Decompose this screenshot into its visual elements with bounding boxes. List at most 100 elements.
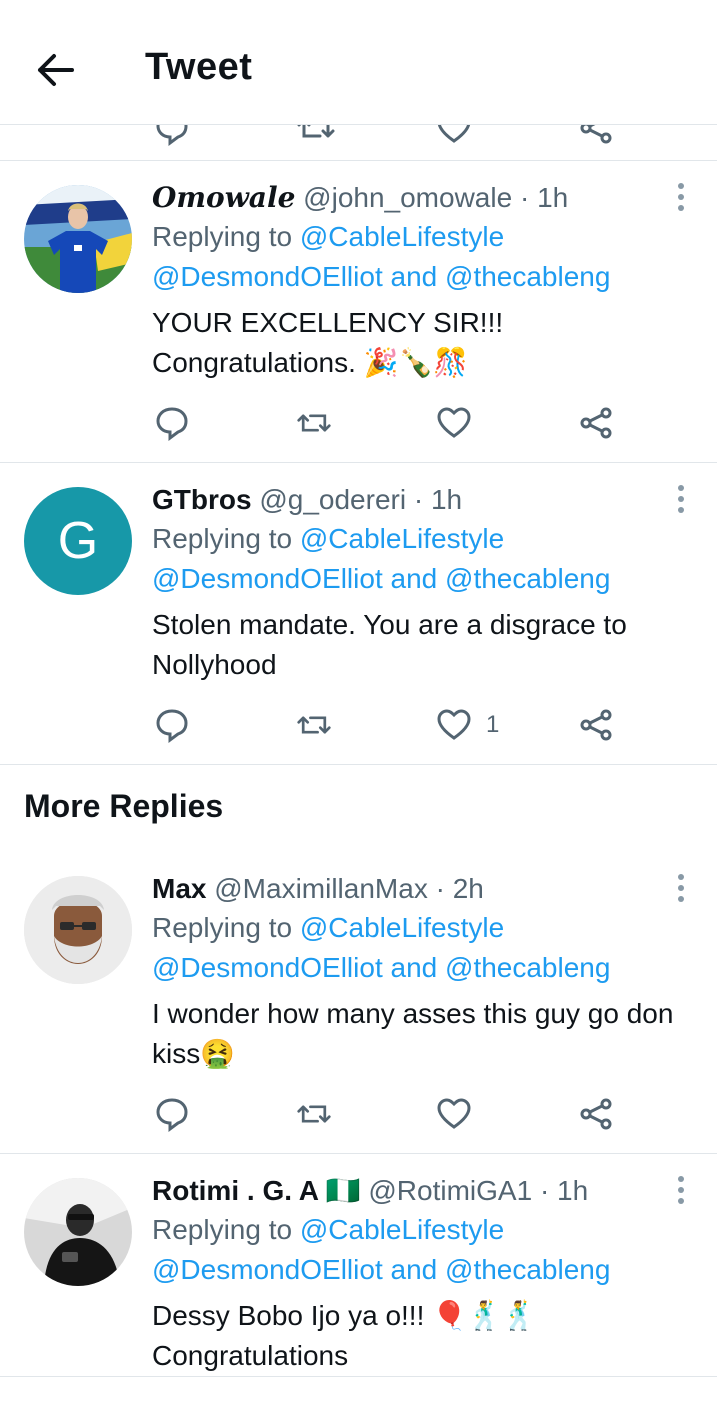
display-name[interactable]: 𝑶𝒎𝒐𝒘𝒂𝒍𝒆 — [152, 181, 295, 214]
mention-link[interactable]: @CableLifestyle — [300, 221, 504, 252]
tweet-meta: GTbros @g_odereri · 1h — [152, 481, 677, 519]
reply-button[interactable] — [154, 705, 190, 745]
tweet-text-line: Congratulations — [152, 1340, 349, 1371]
tweet-text-line: Dessy Bobo Ijo ya o!!! 🎈🕺🕺 — [152, 1300, 537, 1331]
replying-to-label: Replying to — [152, 912, 293, 943]
separator-dot: · — [519, 182, 530, 213]
share-icon — [580, 407, 612, 439]
retweet-icon — [297, 716, 331, 734]
replying-to: Replying to @CableLifestyle @DesmondOEll… — [152, 217, 677, 297]
retweet-icon — [297, 1105, 331, 1123]
share-icon[interactable] — [578, 124, 614, 146]
heart-icon[interactable] — [436, 124, 472, 146]
replying-to-label: Replying to — [152, 221, 293, 252]
tweet-meta: Max @MaximillanMax · 2h — [152, 870, 677, 908]
timestamp: 2h — [452, 873, 484, 904]
reply-button[interactable] — [154, 1094, 190, 1134]
more-vertical-icon[interactable] — [675, 1176, 687, 1206]
display-name[interactable]: Rotimi . G. A 🇳🇬 — [152, 1175, 361, 1206]
mention-link[interactable]: @DesmondOElliot — [152, 1254, 383, 1285]
top-app-bar: Tweet — [0, 0, 717, 125]
page-title: Tweet — [145, 46, 253, 88]
replying-to: Replying to @CableLifestyle @DesmondOEll… — [152, 908, 677, 988]
share-icon — [580, 709, 612, 741]
and-label: and — [390, 261, 438, 292]
replying-to-label: Replying to — [152, 1214, 293, 1245]
avatar[interactable] — [24, 185, 132, 293]
mention-link[interactable]: @CableLifestyle — [300, 912, 504, 943]
reply-tweet[interactable]: Rotimi . G. A 🇳🇬 @RotimiGA1 · 1h Replyin… — [0, 1154, 717, 1376]
retweet-button[interactable] — [296, 1094, 332, 1134]
tweet-actions — [150, 403, 620, 443]
replying-to-label: Replying to — [152, 523, 293, 554]
tweet-content: 𝑶𝒎𝒐𝒘𝒂𝒍𝒆 @john_omowale · 1h Replying to @… — [152, 179, 677, 383]
tweet-actions — [150, 1094, 620, 1134]
mention-link[interactable]: @DesmondOElliot — [152, 952, 383, 983]
share-icon — [580, 1098, 612, 1130]
share-button[interactable] — [578, 403, 614, 443]
mention-link[interactable]: @thecableng — [445, 952, 610, 983]
reply-icon — [156, 1098, 188, 1132]
like-button[interactable] — [436, 403, 472, 443]
tweet-content: Max @MaximillanMax · 2h Replying to @Cab… — [152, 870, 677, 1074]
reply-button[interactable] — [154, 403, 190, 443]
and-label: and — [390, 1254, 438, 1285]
like-count: 1 — [486, 711, 500, 738]
arrow-left-icon[interactable] — [34, 50, 78, 90]
reply-tweet[interactable]: G GTbros @g_odereri · 1h Replying to @Ca… — [0, 463, 717, 765]
reply-icon[interactable] — [154, 124, 190, 146]
separator-dot: · — [413, 484, 424, 515]
reply-tweet[interactable]: 𝑶𝒎𝒐𝒘𝒂𝒍𝒆 @john_omowale · 1h Replying to @… — [0, 161, 717, 463]
avatar[interactable]: G — [24, 487, 132, 595]
retweet-button[interactable] — [296, 705, 332, 745]
tweet-content: Rotimi . G. A 🇳🇬 @RotimiGA1 · 1h Replyin… — [152, 1172, 677, 1376]
heart-icon — [437, 407, 471, 438]
heart-icon — [437, 709, 471, 740]
and-label: and — [390, 563, 438, 594]
username[interactable]: @RotimiGA1 — [368, 1175, 532, 1206]
mention-link[interactable]: @thecableng — [445, 563, 610, 594]
mention-link[interactable]: @CableLifestyle — [300, 1214, 504, 1245]
reply-icon — [156, 709, 188, 743]
separator-dot: · — [539, 1175, 550, 1206]
bottom-compose-bar — [0, 1376, 717, 1409]
avatar-letter: G — [57, 512, 99, 570]
display-name[interactable]: GTbros — [152, 484, 252, 515]
like-button[interactable] — [436, 1094, 472, 1134]
retweet-icon — [297, 414, 331, 432]
tweet-meta: 𝑶𝒎𝒐𝒘𝒂𝒍𝒆 @john_omowale · 1h — [152, 179, 677, 217]
mention-link[interactable]: @thecableng — [445, 261, 610, 292]
heart-icon — [437, 1098, 471, 1129]
separator-dot: · — [435, 873, 445, 904]
username[interactable]: @john_omowale — [303, 182, 512, 213]
replying-to: Replying to @CableLifestyle @DesmondOEll… — [152, 519, 677, 599]
previous-tweet-actions — [0, 124, 717, 161]
retweet-icon[interactable] — [296, 124, 336, 146]
more-vertical-icon[interactable] — [675, 485, 687, 515]
tweet-content: GTbros @g_odereri · 1h Replying to @Cabl… — [152, 481, 677, 685]
reply-icon — [156, 407, 188, 441]
timestamp: 1h — [537, 182, 569, 213]
timestamp: 1h — [557, 1175, 589, 1206]
avatar[interactable] — [24, 1178, 132, 1286]
mention-link[interactable]: @CableLifestyle — [300, 523, 504, 554]
display-name[interactable]: Max — [152, 873, 206, 904]
more-replies-heading: More Replies — [24, 788, 224, 824]
retweet-button[interactable] — [296, 403, 332, 443]
more-vertical-icon[interactable] — [675, 183, 687, 213]
username[interactable]: @MaximillanMax — [214, 873, 428, 904]
reply-tweet[interactable]: Max @MaximillanMax · 2h Replying to @Cab… — [0, 852, 717, 1154]
avatar[interactable] — [24, 876, 132, 984]
tweet-text: Stolen mandate. You are a disgrace to No… — [152, 609, 627, 680]
tweet-text: Dessy Bobo Ijo ya o!!! 🎈🕺🕺 Congratulatio… — [152, 1296, 677, 1376]
like-button[interactable]: 1 — [436, 705, 499, 745]
tweet-meta: Rotimi . G. A 🇳🇬 @RotimiGA1 · 1h — [152, 1172, 677, 1210]
and-label: and — [390, 952, 438, 983]
username[interactable]: @g_odereri — [259, 484, 406, 515]
more-vertical-icon[interactable] — [675, 874, 687, 904]
mention-link[interactable]: @DesmondOElliot — [152, 563, 383, 594]
share-button[interactable] — [578, 1094, 614, 1134]
mention-link[interactable]: @thecableng — [445, 1254, 610, 1285]
mention-link[interactable]: @DesmondOElliot — [152, 261, 383, 292]
share-button[interactable] — [578, 705, 614, 745]
